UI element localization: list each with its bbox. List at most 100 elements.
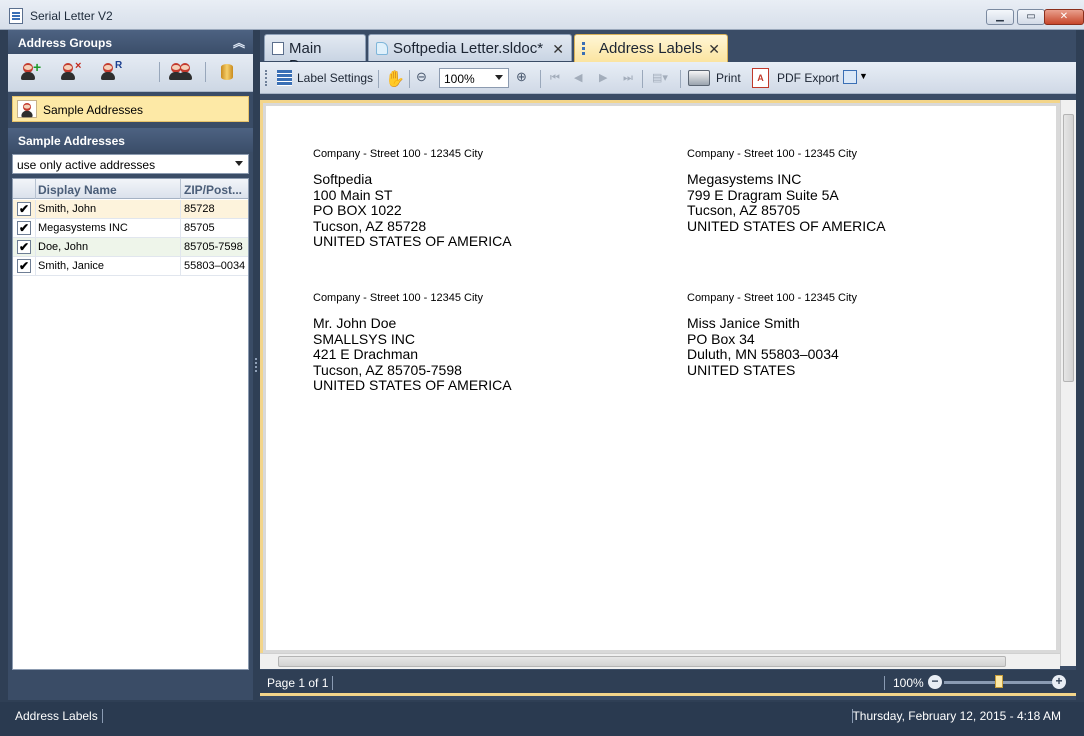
- hand-tool-icon[interactable]: ✋: [385, 69, 405, 89]
- database-button[interactable]: [214, 60, 240, 84]
- active-checkbox[interactable]: ✔: [17, 202, 31, 216]
- table-row[interactable]: ✔ Smith, Janice 55803–0034: [13, 257, 248, 276]
- grid-icon: [582, 42, 586, 55]
- first-page-icon[interactable]: ⏮: [550, 72, 560, 84]
- document-status-bar: Page 1 of 1 100% − +: [260, 670, 1076, 696]
- collapse-icon[interactable]: ︽: [233, 34, 245, 51]
- grid-header: Display Name ZIP/Post...: [13, 179, 248, 199]
- group-item-sample-addresses[interactable]: Sample Addresses: [12, 96, 249, 122]
- active-checkbox[interactable]: ✔: [17, 221, 31, 235]
- address-filter-select[interactable]: use only active addresses: [12, 154, 249, 174]
- row-zip: 55803–0034: [184, 260, 246, 272]
- page-setup-icon[interactable]: ▤▾: [652, 72, 670, 84]
- label-line: Tucson, AZ 85728: [313, 217, 427, 234]
- status-left: Address Labels: [15, 709, 98, 723]
- rename-icon: R: [115, 60, 123, 71]
- document-icon: [376, 42, 388, 55]
- title-bar: Serial Letter V2 ▁ ▭ ✕: [0, 0, 1084, 30]
- next-page-icon[interactable]: ▶: [599, 72, 609, 84]
- manage-groups-button[interactable]: [168, 60, 194, 84]
- row-display-name: Doe, John: [38, 241, 89, 253]
- printer-icon: [688, 70, 710, 86]
- address-filter-value: use only active addresses: [17, 158, 156, 172]
- active-checkbox[interactable]: ✔: [17, 259, 31, 273]
- zoom-select[interactable]: 100%: [439, 68, 509, 88]
- add-group-button[interactable]: +: [18, 59, 44, 84]
- panel-splitter[interactable]: [253, 30, 260, 700]
- close-tab-icon[interactable]: ✕: [708, 41, 720, 58]
- scroll-thumb[interactable]: [278, 656, 1006, 667]
- label-sender: Company - Street 100 - 12345 City: [313, 148, 483, 160]
- column-display-name[interactable]: Display Name: [38, 183, 117, 197]
- sample-addresses-header: Sample Addresses: [8, 128, 253, 152]
- close-button[interactable]: ✕: [1044, 9, 1084, 25]
- zoom-out-button[interactable]: −: [928, 675, 942, 689]
- print-button[interactable]: Print: [716, 71, 741, 85]
- row-zip: 85705: [184, 222, 215, 234]
- label-line: Tucson, AZ 85705: [687, 202, 801, 218]
- label-settings-button[interactable]: Label Settings: [297, 71, 373, 85]
- plus-icon: +: [33, 59, 42, 75]
- minimize-button[interactable]: ▁: [986, 9, 1014, 25]
- row-display-name: Megasystems INC: [38, 222, 128, 234]
- zoom-slider[interactable]: [944, 675, 1052, 688]
- previous-page-icon[interactable]: ◀: [574, 72, 584, 84]
- tab-main-page[interactable]: Main Page: [264, 34, 366, 74]
- group-item-label: Sample Addresses: [43, 103, 144, 117]
- label-line: Duluth, MN 55803–0034: [687, 346, 839, 362]
- group-toolbar: + × R: [8, 54, 253, 92]
- tab-label: Address Labels: [599, 40, 703, 57]
- label-sender: Company - Street 100 - 12345 City: [687, 148, 857, 160]
- label-line: UNITED STATES OF AMERICA: [313, 377, 512, 393]
- status-datetime: Thursday, February 12, 2015 - 4:18 AM: [852, 709, 1061, 723]
- left-panel: Address Groups ︽ + × R Sample Addresses …: [8, 30, 253, 700]
- document-toolbar: Label Settings ✋ ⊖ 100% ⊕ ⏮ ◀ ▶ ⏭ ▤▾ Pri…: [260, 62, 1076, 94]
- address-grid: Display Name ZIP/Post... ✔ Smith, John 8…: [12, 178, 249, 670]
- active-checkbox[interactable]: ✔: [17, 240, 31, 254]
- maximize-button[interactable]: ▭: [1017, 9, 1045, 25]
- delete-group-button[interactable]: ×: [58, 60, 84, 84]
- zoom-in-button[interactable]: +: [1052, 675, 1066, 689]
- pdf-export-button[interactable]: PDF Export: [777, 71, 839, 85]
- last-page-icon[interactable]: ⏭: [623, 72, 633, 84]
- label-line: Megasystems INC: [687, 171, 802, 187]
- close-tab-icon[interactable]: ✕: [552, 41, 564, 58]
- zoom-in-icon[interactable]: ⊕: [516, 69, 527, 85]
- table-row[interactable]: ✔ Megasystems INC 85705: [13, 219, 248, 238]
- table-row[interactable]: ✔ Doe, John 85705-7598: [13, 238, 248, 257]
- scroll-thumb[interactable]: [1063, 114, 1074, 382]
- address-group-icon: [17, 100, 37, 118]
- address-label: Company - Street 100 - 12345 City Softpe…: [313, 148, 613, 250]
- zoom-value: 100%: [444, 72, 475, 86]
- label-line: PO Box 34: [687, 330, 755, 347]
- export-options-icon[interactable]: [843, 70, 857, 84]
- list-icon: [272, 42, 284, 55]
- label-line: Tucson, AZ 85705-7598: [313, 361, 462, 378]
- rename-group-button[interactable]: R: [98, 60, 124, 84]
- zoom-slider-thumb[interactable]: [995, 675, 1003, 688]
- column-zip[interactable]: ZIP/Post...: [184, 183, 242, 197]
- row-display-name: Smith, John: [38, 203, 97, 215]
- delete-icon: ×: [75, 60, 82, 72]
- label-line: 799 E Dragram Suite 5A: [687, 186, 839, 203]
- label-line: UNITED STATES: [687, 361, 796, 378]
- row-zip: 85728: [184, 203, 215, 215]
- sample-addresses-title: Sample Addresses: [18, 134, 125, 148]
- label-line: UNITED STATES OF AMERICA: [313, 233, 512, 249]
- row-zip: 85705-7598: [184, 241, 243, 253]
- tab-softpedia-letter[interactable]: Softpedia Letter.sldoc* ✕: [368, 34, 572, 61]
- label-page: Company - Street 100 - 12345 City Softpe…: [266, 106, 1056, 650]
- vertical-scrollbar[interactable]: [1060, 100, 1076, 666]
- address-label: Company - Street 100 - 12345 City Miss J…: [687, 292, 987, 378]
- label-settings-icon: [277, 70, 292, 86]
- tab-address-labels[interactable]: Address Labels ✕: [574, 34, 728, 62]
- document-viewport: Company - Street 100 - 12345 City Softpe…: [260, 100, 1060, 666]
- app-icon: [9, 8, 23, 24]
- zoom-out-icon[interactable]: ⊖: [416, 69, 427, 85]
- horizontal-scrollbar[interactable]: [260, 653, 1060, 669]
- chevron-down-icon[interactable]: ▼: [859, 71, 868, 81]
- table-row[interactable]: ✔ Smith, John 85728: [13, 200, 248, 219]
- zoom-percentage: 100%: [893, 676, 924, 690]
- address-groups-header: Address Groups ︽: [8, 30, 253, 54]
- database-icon: [221, 64, 233, 80]
